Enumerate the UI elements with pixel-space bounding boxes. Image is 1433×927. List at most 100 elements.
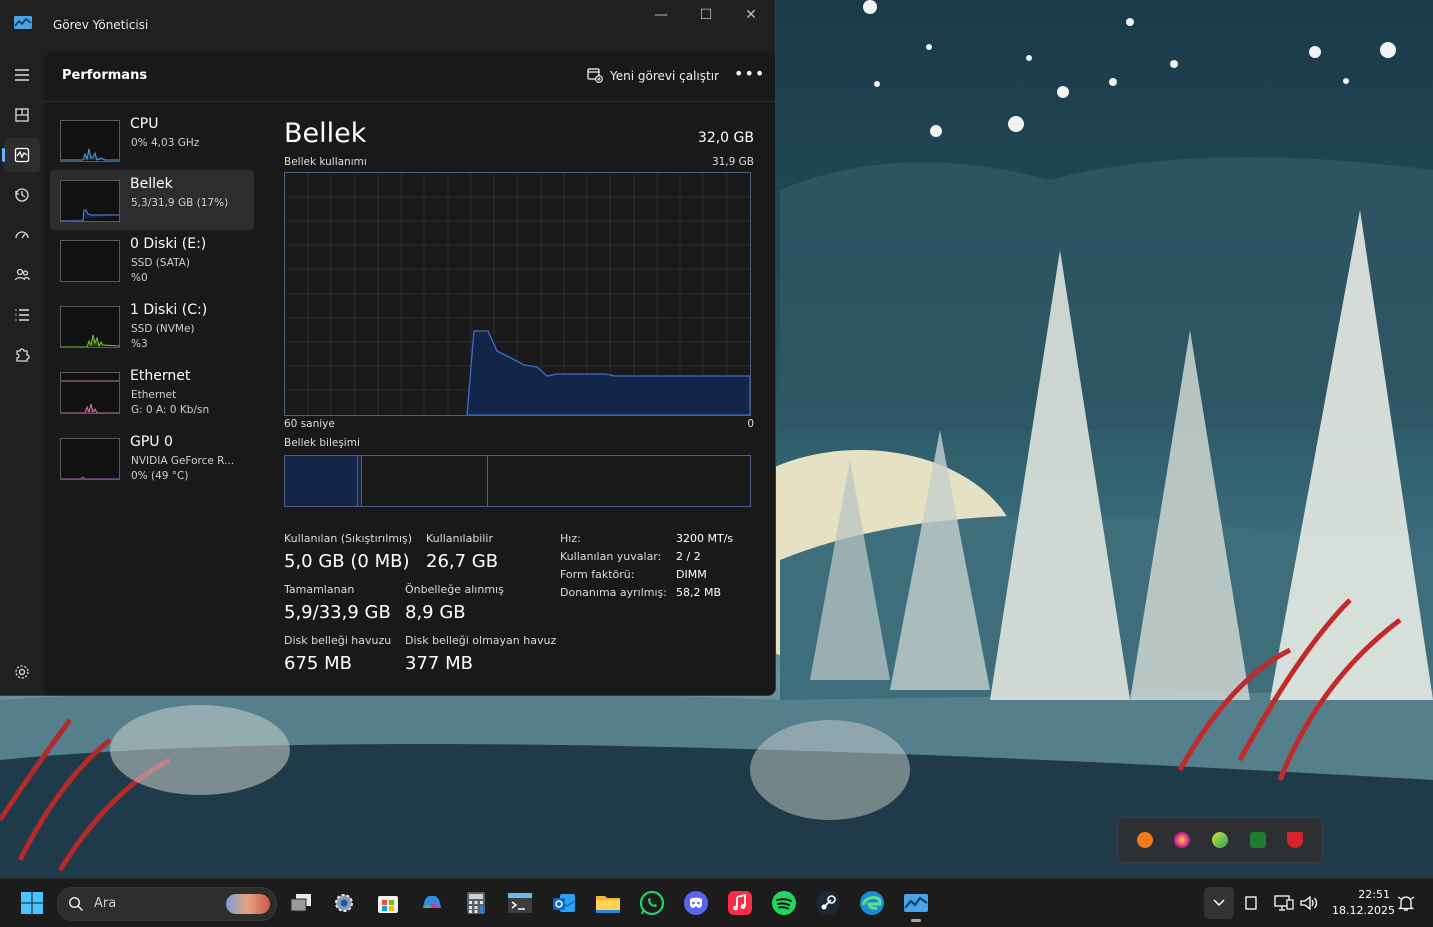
nav-services[interactable] [4, 338, 40, 372]
composition-in-use [285, 456, 358, 506]
slots-value: 2 / 2 [676, 550, 701, 563]
nonpaged-pool-value: 377 MB [405, 653, 473, 674]
speed-label: Hız: [560, 532, 581, 545]
nav-users[interactable] [4, 258, 40, 292]
in-use-value: 5,0 GB (0 MB) [284, 551, 410, 572]
ethernet-thumbnail-graph [60, 372, 120, 414]
memory-thumbnail-graph [60, 180, 120, 222]
resource-detail: SSD (SATA) [131, 257, 190, 269]
memory-detail-pane: Bellek 32,0 GB Bellek kullanımı 31,9 GB [284, 104, 754, 695]
run-new-task-button[interactable]: Yeni görevi çalıştır [587, 68, 719, 83]
taskbar-apple-music[interactable] [726, 889, 754, 917]
window-title: Görev Yöneticisi [53, 18, 149, 32]
gear-icon [15, 665, 29, 679]
taskbar-task-manager[interactable] [902, 889, 930, 922]
committed-value: 5,9/33,9 GB [284, 602, 391, 623]
taskbar-file-explorer[interactable] [594, 889, 622, 917]
tray-app-red-icon[interactable] [1287, 832, 1304, 848]
taskbar-task-view[interactable] [287, 889, 315, 917]
nav-app-history[interactable] [4, 178, 40, 212]
resource-name: 0 Diski (E:) [130, 236, 207, 252]
page-title: Performans [62, 68, 148, 83]
services-puzzle-icon [16, 348, 30, 362]
spotify-icon [772, 891, 796, 915]
taskbar-outlook[interactable] [550, 889, 578, 917]
run-new-task-label: Yeni görevi çalıştır [610, 68, 719, 83]
resource-disk-e[interactable]: 0 Diski (E:) SSD (SATA) %0 [50, 230, 254, 290]
taskbar-microsoft-365[interactable] [418, 889, 446, 917]
usage-graph-max: 31,9 GB [711, 156, 754, 168]
slots-label: Kullanılan yuvalar: [560, 550, 662, 563]
performance-icon [14, 147, 30, 163]
taskbar-steam[interactable] [814, 889, 842, 917]
clock-date[interactable]: 18.12.2025 [1332, 904, 1395, 917]
search-box[interactable]: Ara [57, 887, 277, 921]
nav-details[interactable] [4, 298, 40, 332]
resource-ethernet[interactable]: Ethernet Ethernet G: 0 A: 0 Kb/sn [50, 362, 254, 422]
navigation-rail [0, 52, 44, 695]
paged-pool-label: Disk belleği havuzu [284, 634, 392, 647]
hamburger-menu-button[interactable] [4, 58, 40, 92]
tray-app-flame-icon[interactable] [1174, 832, 1191, 848]
network-icon[interactable] [1274, 895, 1294, 911]
minimize-button[interactable]: — [638, 4, 684, 26]
taskbar-calculator[interactable] [462, 889, 490, 917]
running-indicator [911, 919, 921, 922]
volume-icon[interactable] [1299, 895, 1319, 911]
nvidia-tray-icon[interactable] [1249, 832, 1266, 848]
nav-processes[interactable] [4, 98, 40, 132]
more-options-button[interactable]: ••• [734, 64, 765, 83]
disk-e-thumbnail-graph [60, 240, 120, 282]
title-bar[interactable]: Görev Yöneticisi — ☐ ✕ [0, 0, 775, 50]
nav-performance[interactable] [2, 138, 40, 172]
usage-graph-label: Bellek kullanımı [284, 156, 367, 168]
form-factor-value: DIMM [676, 568, 707, 581]
taskbar-whatsapp[interactable] [638, 889, 666, 917]
hardware-reserved-value: 58,2 MB [676, 586, 722, 599]
start-button[interactable] [18, 889, 46, 917]
resource-cpu[interactable]: CPU 0% 4,03 GHz [50, 110, 254, 170]
taskbar-terminal[interactable] [506, 889, 534, 917]
discord-icon [684, 891, 708, 915]
resource-memory[interactable]: Bellek 5,3/31,9 GB (17%) [50, 170, 254, 230]
tray-app-orange-icon[interactable] [1136, 832, 1153, 848]
tray-app-green-icon[interactable] [1211, 832, 1228, 848]
resource-usage: 0% (49 °C) [131, 470, 189, 482]
clock-time[interactable]: 22:51 [1345, 888, 1390, 901]
available-label: Kullanılabilir [426, 532, 493, 545]
folder-icon [596, 896, 620, 913]
outlook-icon [553, 894, 576, 912]
show-hidden-icons-button[interactable] [1204, 887, 1234, 919]
memory-usage-area [466, 330, 750, 415]
device-icon[interactable] [1245, 896, 1257, 910]
nav-startup-apps[interactable] [4, 218, 40, 252]
processes-icon [15, 108, 29, 122]
memory-composition-bar [284, 455, 751, 507]
taskbar-discord[interactable] [682, 889, 710, 917]
taskbar: Ara 22:51 18.12.2025 [0, 878, 1433, 927]
taskbar-microsoft-store[interactable] [374, 889, 402, 917]
notification-bell-icon[interactable] [1397, 894, 1415, 912]
cached-label: Önbelleğe alınmış [405, 583, 504, 596]
taskbar-spotify[interactable] [770, 889, 798, 917]
resource-disk-c[interactable]: 1 Diski (C:) SSD (NVMe) %3 [50, 296, 254, 356]
memory-usage-graph [284, 172, 751, 416]
m365-icon [423, 895, 441, 908]
taskbar-edge[interactable] [858, 889, 886, 917]
taskbar-settings[interactable] [330, 889, 358, 917]
task-manager-app-icon [14, 16, 32, 29]
maximize-button[interactable]: ☐ [683, 4, 729, 26]
resource-usage: G: 0 A: 0 Kb/sn [131, 404, 210, 416]
task-manager-window: Görev Yöneticisi — ☐ ✕ Performans Yeni g… [0, 0, 776, 696]
details-list-icon [15, 309, 29, 321]
cpu-thumbnail-graph [60, 120, 120, 162]
close-button[interactable]: ✕ [728, 4, 774, 26]
resource-detail: SSD (NVMe) [131, 323, 195, 335]
music-icon [728, 891, 752, 915]
composition-standby [362, 456, 488, 506]
nav-settings[interactable] [4, 655, 40, 689]
resource-detail: NVIDIA GeForce R... [131, 455, 235, 467]
resource-usage: %0 [131, 272, 148, 284]
resource-name: Ethernet [130, 368, 191, 384]
resource-gpu[interactable]: GPU 0 NVIDIA GeForce R... 0% (49 °C) [50, 428, 254, 488]
